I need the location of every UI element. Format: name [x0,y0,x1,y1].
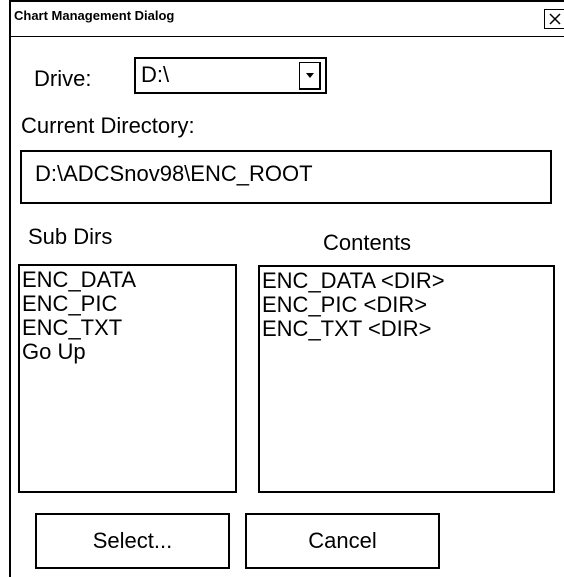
current-directory-label: Current Directory: [21,113,195,138]
dialog-title: Chart Management Dialog [14,8,175,23]
list-item[interactable]: ENC_TXT <DIR> [262,317,553,341]
sub-dirs-list[interactable]: ENC_DATA ENC_PIC ENC_TXT Go Up [18,264,237,493]
dialog-left-border [9,0,11,577]
contents-label: Contents [323,230,412,255]
drive-value: D:\ [141,62,170,87]
current-directory-value: D:\ADCSnov98\ENC_ROOT [35,161,313,186]
list-item[interactable]: Go Up [22,340,235,364]
list-item[interactable]: ENC_PIC [22,292,235,316]
cancel-button[interactable]: Cancel [245,513,440,569]
select-button[interactable]: Select... [35,513,230,569]
close-button[interactable] [544,9,564,29]
close-x-icon [548,13,561,25]
dialog-top-border [9,0,564,2]
list-item[interactable]: ENC_DATA [22,268,235,292]
drive-label: Drive: [34,66,92,91]
current-directory-field: D:\ADCSnov98\ENC_ROOT [20,150,552,204]
title-bar-divider [9,36,564,37]
drive-select[interactable]: D:\ [134,57,327,94]
drive-dropdown-button[interactable] [299,62,321,90]
contents-list[interactable]: ENC_DATA <DIR> ENC_PIC <DIR> ENC_TXT <DI… [258,265,555,493]
list-item[interactable]: ENC_DATA <DIR> [262,269,553,293]
list-item[interactable]: ENC_PIC <DIR> [262,293,553,317]
sub-dirs-label: Sub Dirs [28,224,113,249]
list-item[interactable]: ENC_TXT [22,316,235,340]
chart-management-dialog: Chart Management Dialog Drive: D:\ Curre… [0,0,564,577]
chevron-down-icon [305,72,314,78]
